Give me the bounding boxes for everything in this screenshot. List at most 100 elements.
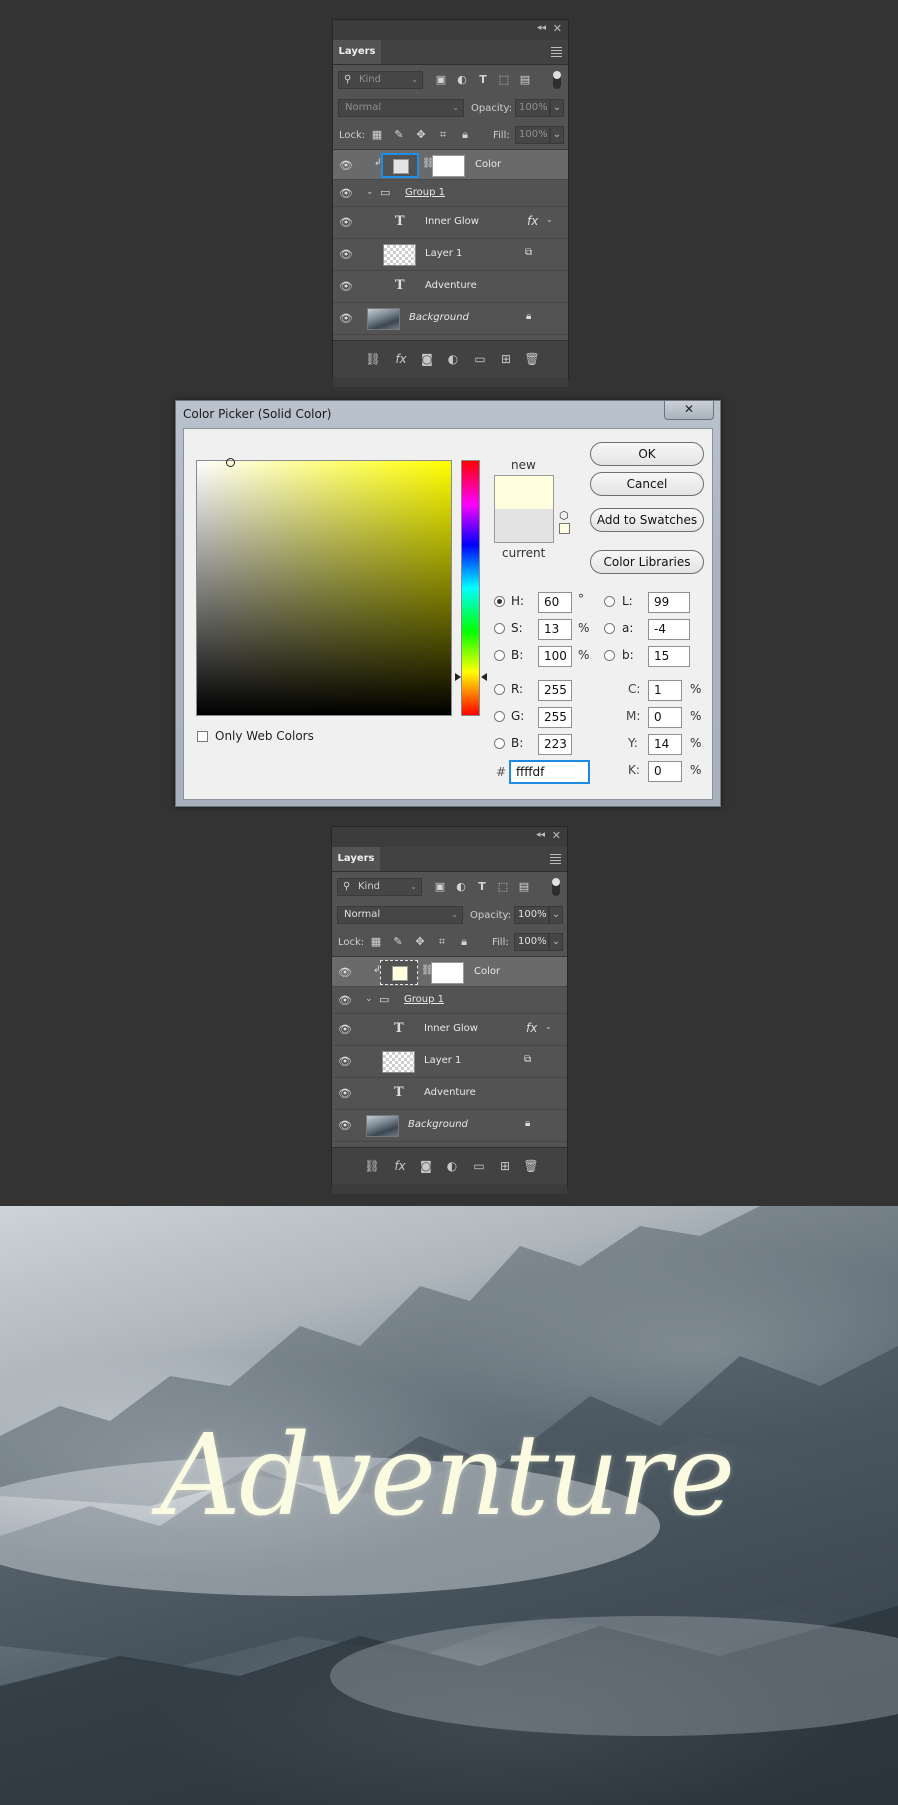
layer-name[interactable]: Adventure xyxy=(424,1087,476,1098)
layer-name[interactable]: Adventure xyxy=(425,280,477,291)
adjustment-filter-icon[interactable]: ◐ xyxy=(454,880,468,894)
blue-input[interactable]: 223 xyxy=(538,734,572,755)
ok-button[interactable]: OK xyxy=(590,442,704,466)
color-cursor[interactable] xyxy=(226,458,235,467)
collapse-icon[interactable]: ◂◂ xyxy=(536,830,545,840)
tab-layers[interactable]: Layers xyxy=(333,40,381,64)
lightness-radio[interactable] xyxy=(604,596,615,607)
color-libraries-button[interactable]: Color Libraries xyxy=(590,550,704,574)
layer-row-layer1[interactable]: 👁︎ Layer 1 ⧉ xyxy=(332,1046,567,1078)
fill-input[interactable]: 100% xyxy=(514,933,549,951)
a-channel-input[interactable]: -4 xyxy=(648,619,690,640)
chevron-down-icon[interactable]: ⌄ xyxy=(545,1022,552,1031)
only-web-colors-label[interactable]: Only Web Colors xyxy=(215,729,314,743)
adjustment-icon[interactable]: ◐ xyxy=(444,1158,460,1174)
adjustment-filter-icon[interactable]: ◐ xyxy=(455,73,469,87)
opacity-dropdown[interactable]: ⌄ xyxy=(549,906,563,924)
green-radio[interactable] xyxy=(494,711,505,722)
lock-all-icon[interactable]: 🔒︎ xyxy=(457,935,471,949)
layer-name[interactable]: Inner Glow xyxy=(424,1023,478,1034)
fx-icon[interactable]: fx xyxy=(392,1158,408,1174)
layer-name[interactable]: Group 1 xyxy=(404,994,444,1005)
new-group-icon[interactable]: ▭ xyxy=(471,1158,487,1174)
out-of-gamut-cube-icon[interactable]: ⬡ xyxy=(559,509,569,522)
lock-move-icon[interactable]: ✥ xyxy=(413,935,427,949)
new-layer-icon[interactable]: ⊞ xyxy=(497,1158,513,1174)
eye-icon[interactable]: 👁︎ xyxy=(338,1055,352,1068)
brightness-input[interactable]: 100 xyxy=(538,646,572,667)
layer-row-color[interactable]: 👁︎ ↲ ⛓ Color xyxy=(332,957,567,987)
only-web-colors-checkbox[interactable] xyxy=(197,731,208,742)
fx-icon[interactable]: fx xyxy=(393,351,409,367)
hue-slider-left-handle[interactable] xyxy=(455,673,461,681)
smart-object-filter-icon[interactable]: ▤ xyxy=(518,73,532,87)
opacity-input[interactable]: 100% xyxy=(514,906,549,924)
hex-input[interactable]: ffffdf xyxy=(509,760,590,784)
layer-name[interactable]: Layer 1 xyxy=(425,248,462,259)
eye-icon[interactable]: 👁︎ xyxy=(339,312,353,325)
cyan-input[interactable]: 1 xyxy=(648,680,682,701)
fx-icon[interactable]: fx xyxy=(527,214,538,228)
lock-brush-icon[interactable]: ✎ xyxy=(392,128,406,142)
image-filter-icon[interactable]: ▣ xyxy=(433,880,447,894)
chevron-down-icon[interactable]: ⌄ xyxy=(546,215,553,224)
chevron-down-icon[interactable]: ⌄ xyxy=(365,994,373,1004)
close-icon[interactable]: ✕ xyxy=(552,829,561,842)
smart-object-filter-icon[interactable]: ▤ xyxy=(517,880,531,894)
adjustment-icon[interactable]: ◐ xyxy=(445,351,461,367)
panel-menu-icon[interactable] xyxy=(551,45,562,59)
b-channel-radio[interactable] xyxy=(604,650,615,661)
mask-icon[interactable]: ◙ xyxy=(418,1158,434,1174)
lock-move-icon[interactable]: ✥ xyxy=(414,128,428,142)
filter-kind-select[interactable]: ⚲ Kind ⌄ xyxy=(337,878,422,896)
blue-radio[interactable] xyxy=(494,738,505,749)
black-input[interactable]: 0 xyxy=(648,761,682,782)
filter-toggle[interactable] xyxy=(553,71,561,89)
filter-toggle[interactable] xyxy=(552,878,560,896)
fill-dropdown[interactable]: ⌄ xyxy=(550,126,564,144)
layer-row-adventure[interactable]: 👁︎ T Adventure xyxy=(332,1078,567,1110)
close-button[interactable]: ✕ xyxy=(664,401,714,420)
lock-artboard-icon[interactable]: ⌗ xyxy=(436,128,450,142)
layer-thumbnail[interactable] xyxy=(382,1051,415,1073)
layer-name[interactable]: Layer 1 xyxy=(424,1055,461,1066)
new-group-icon[interactable]: ▭ xyxy=(472,351,488,367)
b-channel-input[interactable]: 15 xyxy=(648,646,690,667)
cancel-button[interactable]: Cancel xyxy=(590,472,704,496)
layer-row-group[interactable]: 👁︎ ⌄ ▭ Group 1 xyxy=(332,987,567,1014)
link-layers-icon[interactable]: ⛓ xyxy=(364,1158,380,1174)
type-filter-icon[interactable]: T xyxy=(476,73,490,87)
saturation-brightness-field[interactable] xyxy=(196,458,452,716)
eye-icon[interactable]: 👁︎ xyxy=(338,1087,352,1100)
layer-row-color[interactable]: 👁︎ ↲ ⛓ Color xyxy=(333,150,568,180)
eye-icon[interactable]: 👁︎ xyxy=(338,1119,352,1132)
fill-input[interactable]: 100% xyxy=(515,126,550,144)
yellow-input[interactable]: 14 xyxy=(648,734,682,755)
fx-icon[interactable]: fx xyxy=(526,1021,537,1035)
a-channel-radio[interactable] xyxy=(604,623,615,634)
lock-pixels-icon[interactable]: ▦ xyxy=(369,935,383,949)
lock-pixels-icon[interactable]: ▦ xyxy=(370,128,384,142)
panel-menu-icon[interactable] xyxy=(550,852,561,866)
layer-thumbnail[interactable] xyxy=(366,1115,399,1137)
fill-dropdown[interactable]: ⌄ xyxy=(549,933,563,951)
layer-name[interactable]: Color xyxy=(474,966,500,977)
saturation-radio[interactable] xyxy=(494,623,505,634)
trash-icon[interactable]: 🗑︎ xyxy=(524,351,540,367)
magenta-input[interactable]: 0 xyxy=(648,707,682,728)
fill-thumbnail[interactable] xyxy=(381,153,419,178)
layer-name[interactable]: Color xyxy=(475,159,501,170)
layer-row-inner-glow[interactable]: 👁︎ T Inner Glow fx ⌄ xyxy=(332,1014,567,1046)
lock-brush-icon[interactable]: ✎ xyxy=(391,935,405,949)
shape-filter-icon[interactable]: ⬚ xyxy=(497,73,511,87)
eye-icon[interactable]: 👁︎ xyxy=(338,994,352,1007)
eye-icon[interactable]: 👁︎ xyxy=(339,248,353,261)
add-to-swatches-button[interactable]: Add to Swatches xyxy=(590,508,704,532)
layer-row-background[interactable]: 👁︎ Background 🔒︎ xyxy=(333,303,568,335)
layer-name[interactable]: Background xyxy=(408,1119,468,1130)
filter-kind-select[interactable]: ⚲ Kind ⌄ xyxy=(338,71,423,89)
current-color-swatch[interactable] xyxy=(494,509,554,543)
red-radio[interactable] xyxy=(494,684,505,695)
layer-row-adventure[interactable]: 👁︎ T Adventure xyxy=(333,271,568,303)
eye-icon[interactable]: 👁︎ xyxy=(339,216,353,229)
